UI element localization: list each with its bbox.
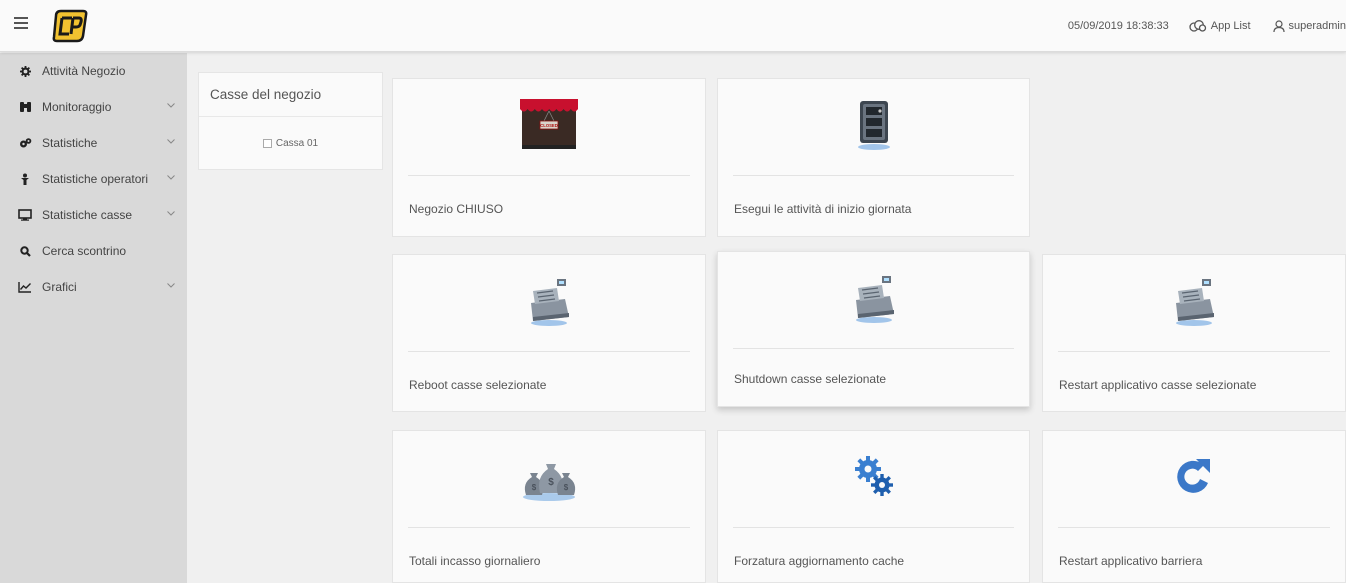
card-label: Restart applicativo barriera <box>1059 554 1203 568</box>
cash-register-icon <box>531 279 569 326</box>
restart-barrier-app-card[interactable]: Restart applicativo barriera <box>1042 430 1346 583</box>
money-bags-icon: $ $ $ <box>523 464 576 501</box>
user-icon <box>1272 19 1285 32</box>
sidebar-item-statistiche-operatori[interactable]: Statistiche operatori <box>0 161 187 197</box>
card-divider <box>408 351 690 352</box>
restart-registers-app-card[interactable]: Restart applicativo casse selezionate <box>1042 254 1346 412</box>
card-divider <box>733 527 1014 528</box>
sidebar-item-label: Grafici <box>42 280 77 294</box>
cash-register-icon <box>855 276 894 323</box>
registers-panel-title: Casse del negozio <box>199 73 382 117</box>
app-list-link[interactable]: App List <box>1189 20 1251 32</box>
user-icon <box>18 172 32 186</box>
card-divider <box>1058 351 1330 352</box>
chevron-down-icon <box>167 283 175 288</box>
start-of-day-card[interactable]: Esegui le attività di inizio giornata <box>717 78 1030 237</box>
chevron-down-icon <box>167 211 175 216</box>
card-label: Negozio CHIUSO <box>409 202 504 216</box>
sidebar-item-label: Statistiche <box>42 136 98 150</box>
card-divider <box>733 175 1014 176</box>
closed-sign-text: CLOSED <box>540 123 557 128</box>
search-icon <box>18 244 32 258</box>
svg-text:$: $ <box>532 483 537 492</box>
card-divider <box>408 175 690 176</box>
cloud-icon <box>1189 20 1206 32</box>
sidebar-item-label: Statistiche operatori <box>42 172 149 186</box>
sidebar-item-label: Attività Negozio <box>42 64 126 78</box>
cogs-icon <box>18 136 32 150</box>
gear-icon <box>18 64 32 78</box>
sidebar-item-attivita-negozio[interactable]: Attività Negozio <box>0 53 187 89</box>
register-checkbox[interactable] <box>262 138 272 148</box>
line-chart-icon <box>18 280 32 294</box>
cash-register-icon <box>1176 279 1214 326</box>
sidebar-item-label: Monitoraggio <box>42 100 112 114</box>
sidebar-item-label: Statistiche casse <box>42 208 133 222</box>
card-divider <box>1058 527 1330 528</box>
user-label: superadmin <box>1288 20 1346 32</box>
desktop-icon <box>18 208 32 222</box>
chevron-down-icon <box>167 103 175 108</box>
card-divider <box>733 348 1014 349</box>
app-list-label: App List <box>1210 20 1251 32</box>
svg-text:$: $ <box>548 477 554 488</box>
card-label: Esegui le attività di inizio giornata <box>734 202 912 216</box>
app-logo[interactable] <box>50 8 90 44</box>
refresh-icon <box>1177 459 1210 493</box>
closed-shop-icon: CLOSED <box>520 99 578 149</box>
sidebar-item-statistiche-casse[interactable]: Statistiche casse <box>0 197 187 233</box>
chevron-down-icon <box>167 175 175 180</box>
card-label: Shutdown casse selezionate <box>734 372 887 386</box>
register-row: Cassa 01 <box>199 117 382 169</box>
sidebar-item-grafici[interactable]: Grafici <box>0 269 187 305</box>
sidebar-item-statistiche[interactable]: Statistiche <box>0 125 187 161</box>
svg-text:$: $ <box>564 483 569 492</box>
reboot-registers-card[interactable]: Reboot casse selezionate <box>392 254 706 412</box>
sidebar-item-monitoraggio[interactable]: Monitoraggio <box>0 89 187 125</box>
safe-icon <box>857 101 890 150</box>
register-label: Cassa 01 <box>275 137 319 149</box>
force-cache-update-card[interactable]: Forzatura aggiornamento cache <box>717 430 1030 583</box>
registers-panel: Casse del negozio Cassa 01 <box>198 72 383 170</box>
sidebar: Attività Negozio Monitoraggio Statistich… <box>0 53 187 583</box>
gears-icon <box>854 456 893 496</box>
chevron-down-icon <box>167 139 175 144</box>
top-bar: 05/09/2019 18:38:33 App List superadmin <box>0 0 1346 52</box>
menu-toggle-icon[interactable] <box>14 17 28 31</box>
binoculars-icon <box>18 100 32 114</box>
card-divider <box>408 527 690 528</box>
card-label: Restart applicativo casse selezionate <box>1059 378 1257 392</box>
shutdown-registers-card[interactable]: Shutdown casse selezionate <box>717 251 1030 407</box>
store-closed-card[interactable]: CLOSED Negozio CHIUSO <box>392 78 706 237</box>
daily-totals-card[interactable]: $ $ $ Totali incasso giornaliero <box>392 430 706 583</box>
user-menu[interactable]: superadmin <box>1272 19 1346 33</box>
card-label: Totali incasso giornaliero <box>409 554 541 568</box>
card-label: Forzatura aggiornamento cache <box>734 554 905 568</box>
sidebar-item-cerca-scontrino[interactable]: Cerca scontrino <box>0 233 187 269</box>
header-right: 05/09/2019 18:38:33 App List superadmin <box>1068 0 1346 52</box>
sidebar-item-label: Cerca scontrino <box>42 244 127 258</box>
datetime-text: 05/09/2019 18:38:33 <box>1067 20 1169 32</box>
card-label: Reboot casse selezionate <box>409 378 547 392</box>
